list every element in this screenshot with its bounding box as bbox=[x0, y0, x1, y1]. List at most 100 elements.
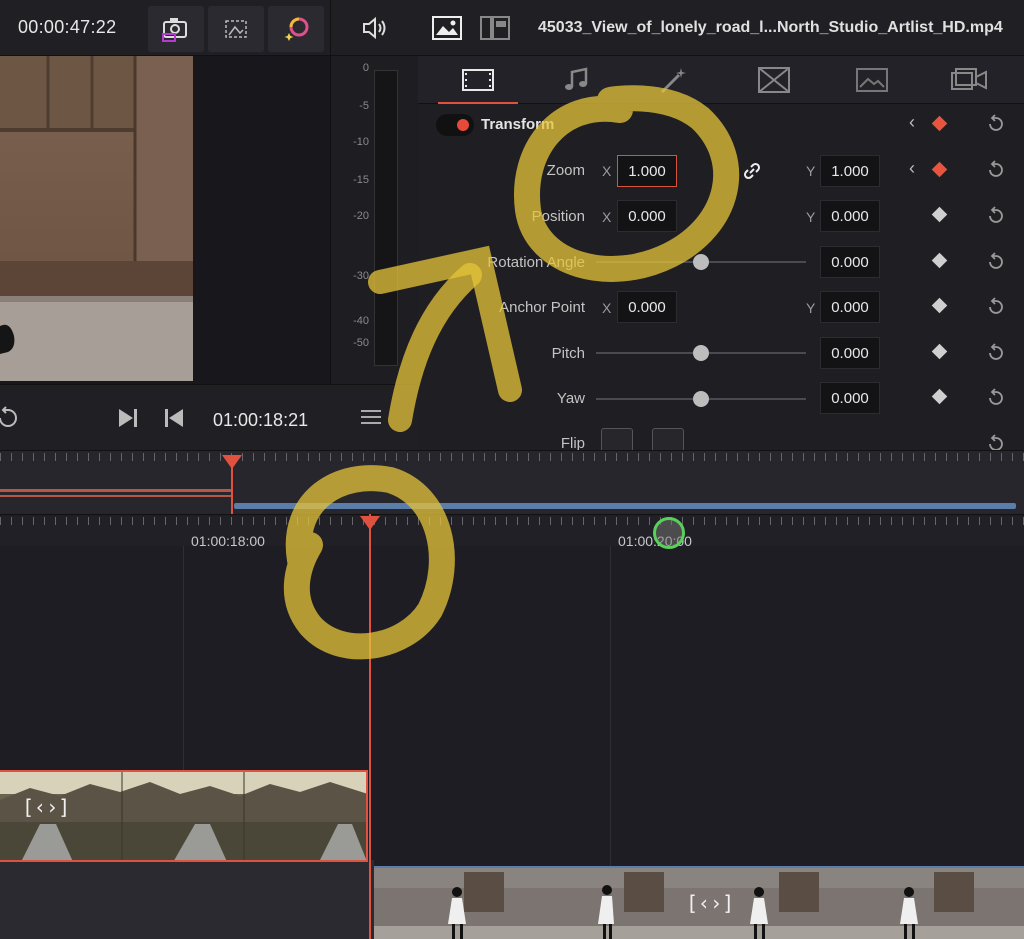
keyframe-icon[interactable] bbox=[931, 161, 948, 178]
flip-horizontal-button[interactable] bbox=[601, 428, 633, 450]
position-y-axis: Y bbox=[806, 209, 816, 225]
reset-icon[interactable] bbox=[986, 252, 1006, 272]
transport-timecode[interactable]: 01:00:18:21 bbox=[213, 410, 308, 431]
color-fx-button[interactable] bbox=[268, 6, 324, 52]
inspector-header: 45033_View_of_lonely_road_l...North_Stud… bbox=[418, 0, 1024, 56]
zoom-y-field[interactable]: 1.000 bbox=[820, 155, 880, 187]
position-x-field[interactable]: 0.000 bbox=[617, 200, 677, 232]
yaw-label: Yaw bbox=[556, 390, 585, 407]
keyframe-icon[interactable] bbox=[931, 252, 948, 269]
video-icon bbox=[462, 69, 494, 91]
meter-scale-label: -40 bbox=[353, 315, 369, 327]
tab-transition[interactable] bbox=[724, 56, 824, 104]
anchor-label: Anchor Point bbox=[499, 299, 585, 316]
rotation-slider-handle[interactable] bbox=[693, 254, 709, 270]
camera-icon bbox=[162, 18, 187, 42]
link-icon[interactable] bbox=[742, 161, 762, 181]
tab-effects[interactable] bbox=[624, 56, 724, 104]
transform-enable-toggle[interactable] bbox=[436, 114, 474, 136]
meter-scale-label: -20 bbox=[353, 210, 369, 222]
upper-ruler bbox=[0, 453, 1024, 461]
image-icon bbox=[856, 68, 888, 92]
clip-transform-icon: [‹›] bbox=[22, 795, 70, 819]
skip-forward-icon[interactable] bbox=[116, 407, 140, 429]
zoom-y-axis: Y bbox=[806, 163, 816, 179]
keyframe-icon[interactable] bbox=[931, 297, 948, 314]
tab-image[interactable] bbox=[822, 56, 922, 104]
tab-audio[interactable] bbox=[526, 56, 626, 104]
meter-scale-label: -30 bbox=[353, 270, 369, 282]
effects-icon bbox=[660, 68, 686, 94]
reset-icon[interactable] bbox=[986, 343, 1006, 363]
meter-scale-label: 0 bbox=[362, 62, 369, 74]
anchor-x-field[interactable]: 0.000 bbox=[617, 291, 677, 323]
yaw-field[interactable]: 0.000 bbox=[820, 382, 880, 414]
rotation-field[interactable]: 0.000 bbox=[820, 246, 880, 278]
playhead[interactable] bbox=[369, 514, 371, 939]
snapshot-button[interactable] bbox=[148, 6, 204, 52]
viewer bbox=[0, 56, 330, 384]
loop-icon[interactable] bbox=[0, 405, 22, 431]
meter-scale-label: -5 bbox=[359, 100, 369, 112]
timeline-clip-girl[interactable]: [‹›] bbox=[374, 866, 1024, 939]
crop-transform-icon bbox=[225, 20, 247, 38]
reset-icon[interactable] bbox=[986, 160, 1006, 180]
transform-overlay-button[interactable] bbox=[208, 6, 264, 52]
position-y-field[interactable]: 0.000 bbox=[820, 200, 880, 232]
prev-keyframe-icon[interactable]: ‹ bbox=[909, 112, 915, 133]
tab-file[interactable] bbox=[920, 56, 1020, 104]
skip-back-icon[interactable] bbox=[162, 407, 186, 429]
pitch-field[interactable]: 0.000 bbox=[820, 337, 880, 369]
reset-icon[interactable] bbox=[986, 434, 1006, 450]
sparkle-color-icon bbox=[284, 17, 309, 41]
menu-icon[interactable] bbox=[360, 407, 382, 427]
tab-video[interactable] bbox=[428, 56, 528, 104]
timeline-clip-road[interactable]: [‹›] bbox=[0, 770, 368, 862]
track-lane bbox=[0, 860, 374, 939]
cursor-click-indicator bbox=[653, 517, 685, 549]
rotation-label: Rotation Angle bbox=[487, 254, 585, 271]
clip-info-icon[interactable] bbox=[480, 16, 510, 40]
playhead-handle[interactable] bbox=[360, 516, 380, 530]
reset-icon[interactable] bbox=[986, 388, 1006, 408]
meter-scale-label: -50 bbox=[353, 337, 369, 349]
position-x-axis: X bbox=[602, 209, 612, 225]
yaw-slider-handle[interactable] bbox=[693, 391, 709, 407]
timeline-ruler[interactable]: 01:00:18:00 01:00:20:00 bbox=[0, 514, 1024, 549]
upper-clip-bar bbox=[0, 489, 232, 492]
clip-thumbnails: [‹›] bbox=[374, 868, 1024, 939]
meter-scale-label: -15 bbox=[353, 174, 369, 186]
video-preview bbox=[0, 56, 193, 381]
upper-timeline[interactable] bbox=[0, 450, 1024, 515]
prev-keyframe-icon[interactable]: ‹ bbox=[909, 158, 915, 179]
section-title[interactable]: Transform bbox=[481, 116, 554, 133]
zoom-x-axis: X bbox=[602, 163, 612, 179]
reset-icon[interactable] bbox=[986, 206, 1006, 226]
flip-vertical-button[interactable] bbox=[652, 428, 684, 450]
keyframe-icon[interactable] bbox=[931, 206, 948, 223]
image-icon[interactable] bbox=[432, 16, 462, 40]
transition-icon bbox=[758, 67, 790, 93]
clip-title: 45033_View_of_lonely_road_l...North_Stud… bbox=[538, 19, 1003, 36]
pitch-slider-handle[interactable] bbox=[693, 345, 709, 361]
speaker-icon bbox=[362, 16, 385, 40]
reset-icon[interactable] bbox=[986, 297, 1006, 317]
upper-playhead-handle[interactable] bbox=[222, 455, 242, 469]
anchor-y-field[interactable]: 0.000 bbox=[820, 291, 880, 323]
reset-icon[interactable] bbox=[986, 114, 1006, 134]
keyframe-icon[interactable] bbox=[931, 115, 948, 132]
audio-volume-button[interactable] bbox=[330, 0, 418, 56]
flip-label: Flip bbox=[560, 435, 585, 450]
keyframe-icon[interactable] bbox=[931, 343, 948, 360]
viewer-timecode[interactable]: 00:00:47:22 bbox=[18, 17, 116, 38]
anchor-y-axis: Y bbox=[806, 300, 816, 316]
transport-controls: 01:00:18:21 bbox=[0, 384, 418, 450]
zoom-x-field[interactable]: 1.000 bbox=[617, 155, 677, 187]
anchor-x-axis: X bbox=[602, 300, 612, 316]
inspector-transform-panel: Transform ‹ Zoom X 1.000 Y 1.000 ‹ Posit… bbox=[418, 104, 1024, 450]
ruler-ticks bbox=[0, 517, 1024, 525]
clip-thumbnails: [‹›] bbox=[0, 772, 366, 860]
keyframe-icon[interactable] bbox=[931, 388, 948, 405]
inspector-tabs bbox=[418, 56, 1024, 104]
audio-icon bbox=[565, 67, 588, 90]
